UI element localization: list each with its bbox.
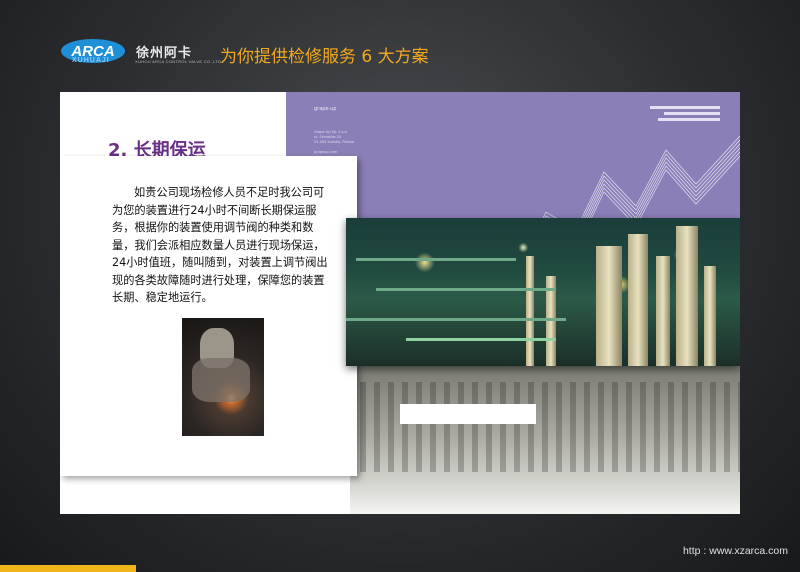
brochure-address: Grape Up Sp. z o.o. ul. Skrzatów 20 31-0… [314, 130, 355, 144]
brochure-brand: grape·up [314, 106, 337, 112]
welder-photo [182, 318, 264, 436]
white-label-box [400, 404, 536, 424]
presentation-slide-view: ARCA XUHUAJI 徐州阿卡 XUHOU ARCA CONTROL VAL… [0, 0, 800, 572]
brand-subtitle: XUHOU ARCA CONTROL VALVE CO.,LTD. [135, 59, 223, 64]
website-url: http : www.xzarca.com [682, 545, 788, 557]
brochure-fineprint [650, 106, 720, 121]
logo-subtitle: XUHUAJI [72, 57, 110, 64]
footer-accent-bar [0, 565, 136, 572]
page-title: 为你提供检修服务 6 大方案 [220, 47, 429, 67]
brochure-web: grapeup.com [314, 150, 338, 154]
slide-canvas: grape·up Grape Up Sp. z o.o. ul. Skrzató… [60, 92, 740, 514]
factory-rows-texture [360, 382, 740, 472]
industrial-plant-photo [346, 218, 740, 366]
section-body-text: 如贵公司现场检修人员不足时我公司可为您的装置进行24小时不间断长期保运服务，根据… [112, 186, 328, 304]
